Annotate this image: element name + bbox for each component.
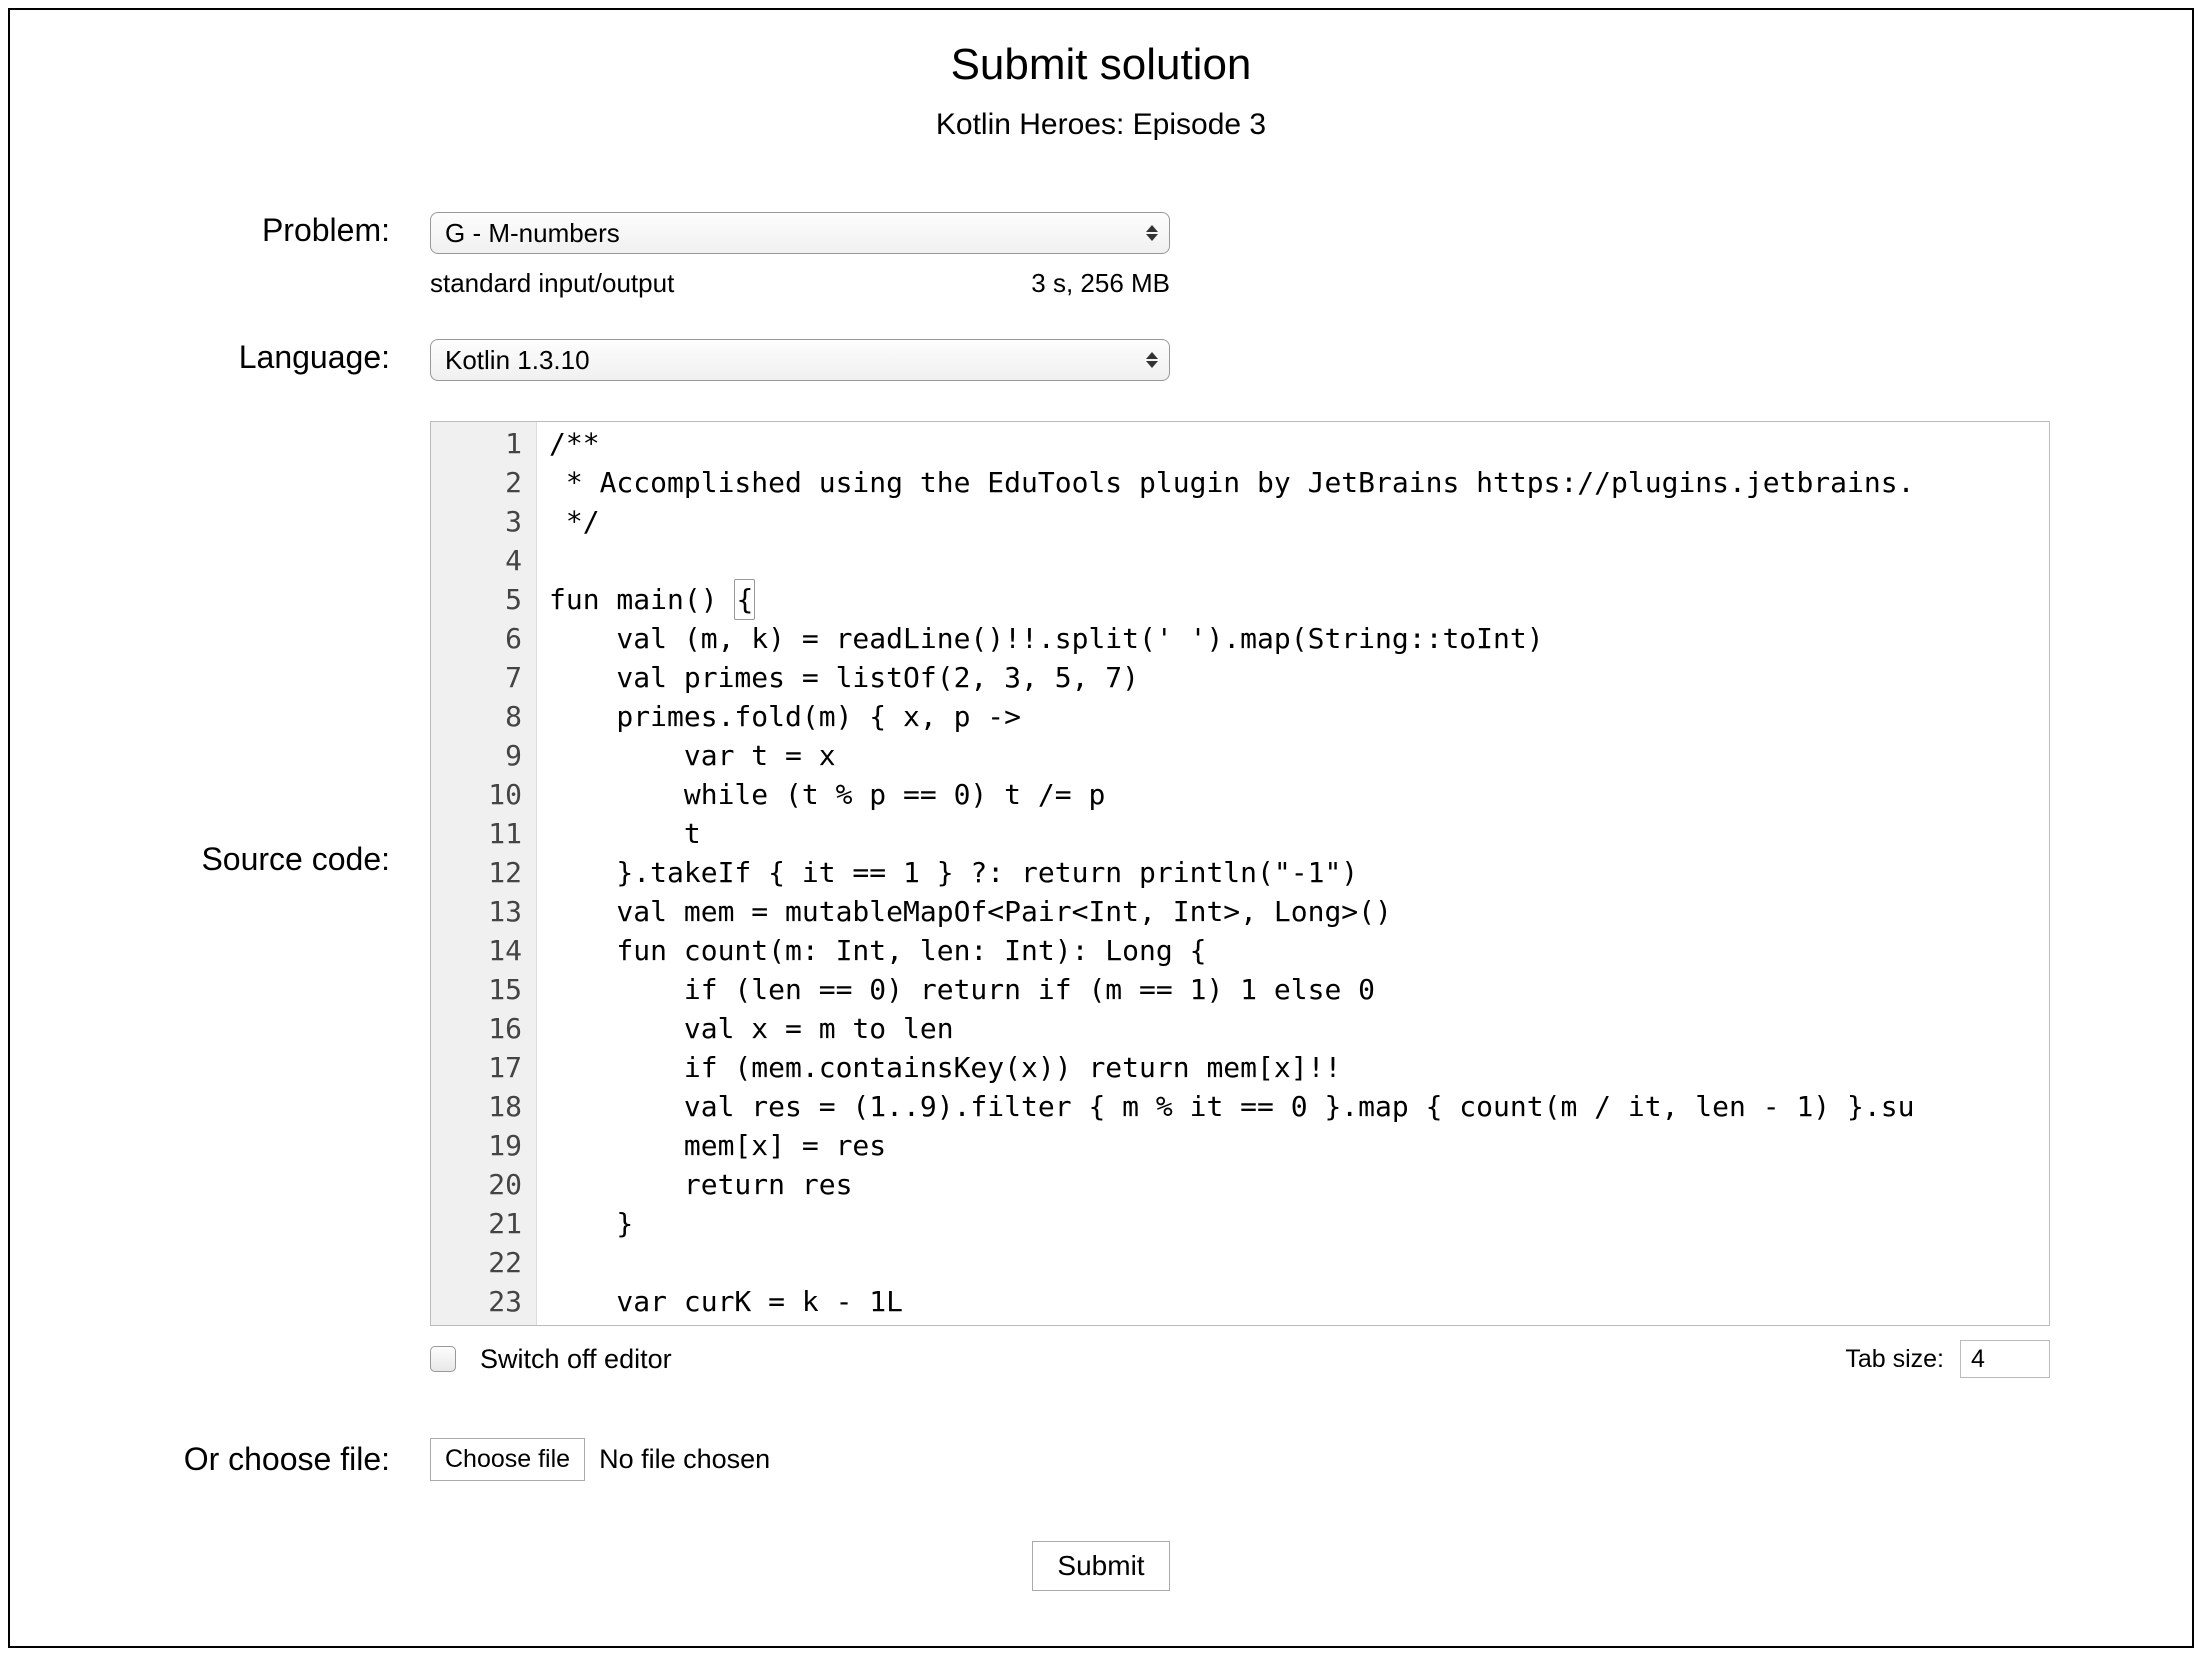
line-number: 5 [431, 580, 522, 619]
file-row: Or choose file: Choose file No file chos… [60, 1438, 2142, 1481]
code-line[interactable]: primes.fold(m) { x, p -> [549, 697, 2049, 736]
source-code-label: Source code: [60, 421, 430, 1378]
code-line[interactable]: /** [549, 424, 2049, 463]
problem-select[interactable]: G - M-numbers [430, 212, 1170, 254]
line-number-gutter: 1234567891011121314151617181920212223 [431, 422, 537, 1325]
switch-off-editor-checkbox[interactable] [430, 1346, 456, 1372]
contest-subtitle: Kotlin Heroes: Episode 3 [60, 108, 2142, 142]
line-number: 7 [431, 658, 522, 697]
code-line[interactable]: fun main() { [549, 580, 2049, 619]
code-editor[interactable]: 1234567891011121314151617181920212223 /*… [430, 421, 2050, 1326]
code-line[interactable]: val res = (1..9).filter { m % it == 0 }.… [549, 1087, 2049, 1126]
code-line[interactable] [549, 1243, 2049, 1282]
io-mode-text: standard input/output [430, 268, 1031, 299]
language-row: Language: Kotlin 1.3.10 [60, 339, 2142, 381]
line-number: 11 [431, 814, 522, 853]
submit-form-container: Submit solution Kotlin Heroes: Episode 3… [8, 8, 2194, 1648]
line-number: 12 [431, 853, 522, 892]
page-title: Submit solution [60, 40, 2142, 90]
problem-label: Problem: [60, 212, 430, 249]
line-number: 17 [431, 1048, 522, 1087]
code-line[interactable]: }.takeIf { it == 1 } ?: return println("… [549, 853, 2049, 892]
line-number: 14 [431, 931, 522, 970]
line-number: 3 [431, 502, 522, 541]
code-line[interactable]: if (len == 0) return if (m == 1) 1 else … [549, 970, 2049, 1009]
line-number: 13 [431, 892, 522, 931]
submit-button[interactable]: Submit [1032, 1541, 1169, 1591]
line-number: 1 [431, 424, 522, 463]
code-line[interactable]: mem[x] = res [549, 1126, 2049, 1165]
code-line[interactable]: } [549, 1204, 2049, 1243]
code-content[interactable]: /** * Accomplished using the EduTools pl… [537, 422, 2049, 1325]
code-line[interactable]: while (t % p == 0) t /= p [549, 775, 2049, 814]
switch-off-editor-label: Switch off editor [480, 1344, 1845, 1375]
choose-file-button[interactable]: Choose file [430, 1438, 585, 1481]
code-line[interactable]: return res [549, 1165, 2049, 1204]
tab-size-input[interactable] [1960, 1340, 2050, 1378]
line-number: 18 [431, 1087, 522, 1126]
limits-text: 3 s, 256 MB [1031, 268, 1170, 299]
line-number: 6 [431, 619, 522, 658]
line-number: 23 [431, 1282, 522, 1321]
code-line[interactable]: val x = m to len [549, 1009, 2049, 1048]
language-select[interactable]: Kotlin 1.3.10 [430, 339, 1170, 381]
code-line[interactable]: val (m, k) = readLine()!!.split(' ').map… [549, 619, 2049, 658]
line-number: 20 [431, 1165, 522, 1204]
code-line[interactable]: val mem = mutableMapOf<Pair<Int, Int>, L… [549, 892, 2049, 931]
line-number: 4 [431, 541, 522, 580]
line-number: 16 [431, 1009, 522, 1048]
code-line[interactable]: val primes = listOf(2, 3, 5, 7) [549, 658, 2049, 697]
line-number: 2 [431, 463, 522, 502]
code-line[interactable]: if (mem.containsKey(x)) return mem[x]!! [549, 1048, 2049, 1087]
editor-footer: Switch off editor Tab size: [430, 1340, 2050, 1378]
code-line[interactable] [549, 541, 2049, 580]
code-line[interactable]: var curK = k - 1L [549, 1282, 2049, 1321]
code-line[interactable]: var t = x [549, 736, 2049, 775]
brace-match-highlight: { [734, 579, 755, 620]
line-number: 21 [431, 1204, 522, 1243]
code-line[interactable]: * Accomplished using the EduTools plugin… [549, 463, 2049, 502]
line-number: 8 [431, 697, 522, 736]
code-line[interactable]: */ [549, 502, 2049, 541]
line-number: 15 [431, 970, 522, 1009]
line-number: 9 [431, 736, 522, 775]
tab-size-label: Tab size: [1845, 1345, 1944, 1374]
line-number: 10 [431, 775, 522, 814]
source-code-row: Source code: 123456789101112131415161718… [60, 421, 2142, 1378]
problem-row: Problem: G - M-numbers standard input/ou… [60, 212, 2142, 299]
no-file-text: No file chosen [599, 1444, 770, 1475]
code-line[interactable]: fun count(m: Int, len: Int): Long { [549, 931, 2049, 970]
line-number: 22 [431, 1243, 522, 1282]
language-label: Language: [60, 339, 430, 376]
problem-control: G - M-numbers standard input/output 3 s,… [430, 212, 1170, 299]
line-number: 19 [431, 1126, 522, 1165]
submit-row: Submit [60, 1541, 2142, 1591]
choose-file-label: Or choose file: [60, 1441, 430, 1478]
code-line[interactable]: t [549, 814, 2049, 853]
